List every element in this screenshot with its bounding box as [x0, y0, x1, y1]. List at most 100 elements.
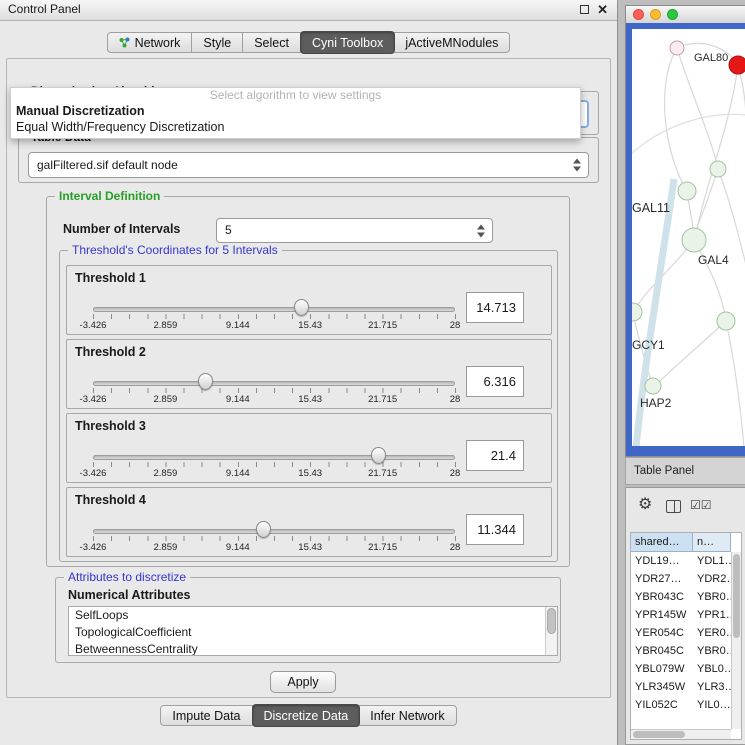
- tab-style[interactable]: Style: [192, 32, 243, 53]
- table-vertical-scrollbar[interactable]: [731, 552, 741, 729]
- node-label: GAL11: [632, 201, 670, 215]
- combo-spinner-icon: [477, 224, 486, 237]
- node-table: shared…n… YDL19…YDL1…YDR27…YDR2…YBR043CY…: [630, 532, 742, 740]
- threshold-value-box[interactable]: 11.344: [466, 514, 524, 545]
- dropdown-items: Manual DiscretizationEqual Width/Frequen…: [11, 103, 580, 135]
- gear-icon[interactable]: ⚙: [638, 494, 652, 514]
- tab-jactivemnodules[interactable]: jActiveMNodules: [394, 32, 510, 53]
- table-row[interactable]: YLR345WYLR3…: [631, 678, 731, 696]
- network-edge[interactable]: [696, 169, 718, 230]
- combo-spinner-icon: [573, 159, 582, 172]
- table-data-group: Table Data galFiltered.sif default node: [18, 137, 599, 183]
- columns-icon[interactable]: [666, 500, 681, 513]
- table-header-cell[interactable]: n…: [693, 533, 731, 552]
- scrollbar-thumb[interactable]: [633, 731, 685, 738]
- threshold-panel: Threshold 4 -3.4262.8599.14415.4321.7152…: [66, 487, 552, 557]
- table-row[interactable]: YPR145WYPR1…: [631, 606, 731, 624]
- table-row[interactable]: YBR045CYBR0…: [631, 642, 731, 660]
- network-node[interactable]: [710, 161, 726, 177]
- tab-label: Impute Data: [172, 709, 240, 723]
- scrollbar-thumb[interactable]: [547, 608, 556, 634]
- table-cell: YBR045C: [631, 642, 693, 660]
- apply-button[interactable]: Apply: [270, 671, 336, 693]
- network-edge[interactable]: [660, 321, 726, 381]
- network-node[interactable]: [645, 378, 661, 394]
- algorithm-option[interactable]: Equal Width/Frequency Discretization: [11, 119, 580, 135]
- network-edge[interactable]: [697, 65, 738, 229]
- scrollbar-thumb[interactable]: [733, 554, 740, 638]
- table-cell: YIL052C: [631, 696, 693, 714]
- network-node[interactable]: [729, 56, 745, 74]
- scale-label: 21.715: [368, 394, 397, 405]
- scale-label: 28: [450, 542, 461, 553]
- table-cell: YIL0…: [693, 696, 731, 714]
- control-panel-titlebar: Control Panel ✕: [0, 0, 617, 21]
- tab-discretize-data[interactable]: Discretize Data: [252, 704, 361, 727]
- network-edge[interactable]: [677, 48, 718, 169]
- table-row[interactable]: YBL079WYBL0…: [631, 660, 731, 678]
- network-node[interactable]: [678, 182, 696, 200]
- network-node[interactable]: [717, 312, 735, 330]
- numerical-attributes-list: SelfLoopsTopologicalCoefficientBetweenne…: [68, 606, 558, 656]
- table-cell: YDL1…: [693, 552, 731, 570]
- number-of-intervals-combo[interactable]: 5: [216, 218, 493, 243]
- network-view-frame: GAL80GAL11GAL4GCY1HAP2: [626, 23, 745, 456]
- tab-infer-network[interactable]: Infer Network: [359, 705, 456, 726]
- select-columns-icon[interactable]: ☑☑: [690, 498, 712, 512]
- network-node[interactable]: [682, 228, 706, 252]
- tab-select[interactable]: Select: [243, 32, 301, 53]
- network-node[interactable]: [670, 41, 684, 55]
- table-panel-bar: Table Panel: [625, 457, 745, 485]
- table-horizontal-scrollbar[interactable]: [631, 729, 731, 739]
- tab-label: Discretize Data: [264, 709, 349, 723]
- table-header-cell[interactable]: shared…: [631, 533, 693, 552]
- table-row[interactable]: YER054CYER0…: [631, 624, 731, 642]
- node-label: GAL4: [698, 253, 729, 267]
- table-row[interactable]: YDL19…YDL1…: [631, 552, 731, 570]
- float-window-icon[interactable]: [580, 5, 589, 14]
- attributes-scrollbar[interactable]: [545, 607, 557, 655]
- table-cell: YPR145W: [631, 606, 693, 624]
- scale-label: -3.426: [80, 394, 107, 405]
- table-row[interactable]: YIL052CYIL0…: [631, 696, 731, 714]
- slider-thumb[interactable]: [198, 373, 213, 390]
- threshold-value-box[interactable]: 6.316: [466, 366, 524, 397]
- table-header-row: shared…n…: [631, 533, 731, 552]
- network-node[interactable]: [632, 303, 642, 321]
- slider-track[interactable]: [93, 455, 455, 460]
- scale-label: 9.144: [226, 542, 250, 553]
- network-edge[interactable]: [726, 321, 744, 446]
- network-edge[interactable]: [718, 169, 745, 265]
- table-cell: YBR043C: [631, 588, 693, 606]
- attribute-list-item[interactable]: TopologicalCoefficient: [69, 624, 557, 641]
- scale-label: 9.144: [226, 394, 250, 405]
- table-data-value: galFiltered.sif default node: [37, 158, 178, 172]
- table-cell: YLR345W: [631, 678, 693, 696]
- algorithm-option[interactable]: Manual Discretization: [11, 103, 580, 119]
- threshold-value-box[interactable]: 21.4: [466, 440, 524, 471]
- slider-track[interactable]: [93, 381, 455, 386]
- scale-label: 2.859: [154, 468, 178, 479]
- minimize-button[interactable]: [650, 9, 661, 20]
- table-row[interactable]: YBR043CYBR0…: [631, 588, 731, 606]
- zoom-button[interactable]: [667, 9, 678, 20]
- network-edge[interactable]: [632, 114, 745, 153]
- tab-impute-data[interactable]: Impute Data: [160, 705, 252, 726]
- slider-track[interactable]: [93, 307, 455, 312]
- table-cell: YBR0…: [693, 642, 731, 660]
- number-of-intervals-value: 5: [225, 223, 232, 237]
- tab-network[interactable]: Network: [107, 32, 193, 53]
- table-data-combo[interactable]: galFiltered.sif default node: [28, 152, 589, 178]
- network-canvas[interactable]: GAL80GAL11GAL4GCY1HAP2: [632, 29, 745, 446]
- scale-label: 15.43: [298, 394, 322, 405]
- attribute-list-item[interactable]: BetweennessCentrality: [69, 641, 557, 656]
- attribute-list-item[interactable]: SelfLoops: [69, 607, 557, 624]
- tab-cyni-toolbox[interactable]: Cyni Toolbox: [300, 31, 395, 54]
- threshold-value-box[interactable]: 14.713: [466, 292, 524, 323]
- close-icon[interactable]: ✕: [597, 2, 608, 18]
- slider-thumb[interactable]: [256, 521, 271, 538]
- close-button[interactable]: [633, 9, 644, 20]
- slider-track[interactable]: [93, 529, 455, 534]
- screen: Control Panel ✕ NetworkStyleSelectCyni T…: [0, 0, 745, 745]
- table-row[interactable]: YDR27…YDR2…: [631, 570, 731, 588]
